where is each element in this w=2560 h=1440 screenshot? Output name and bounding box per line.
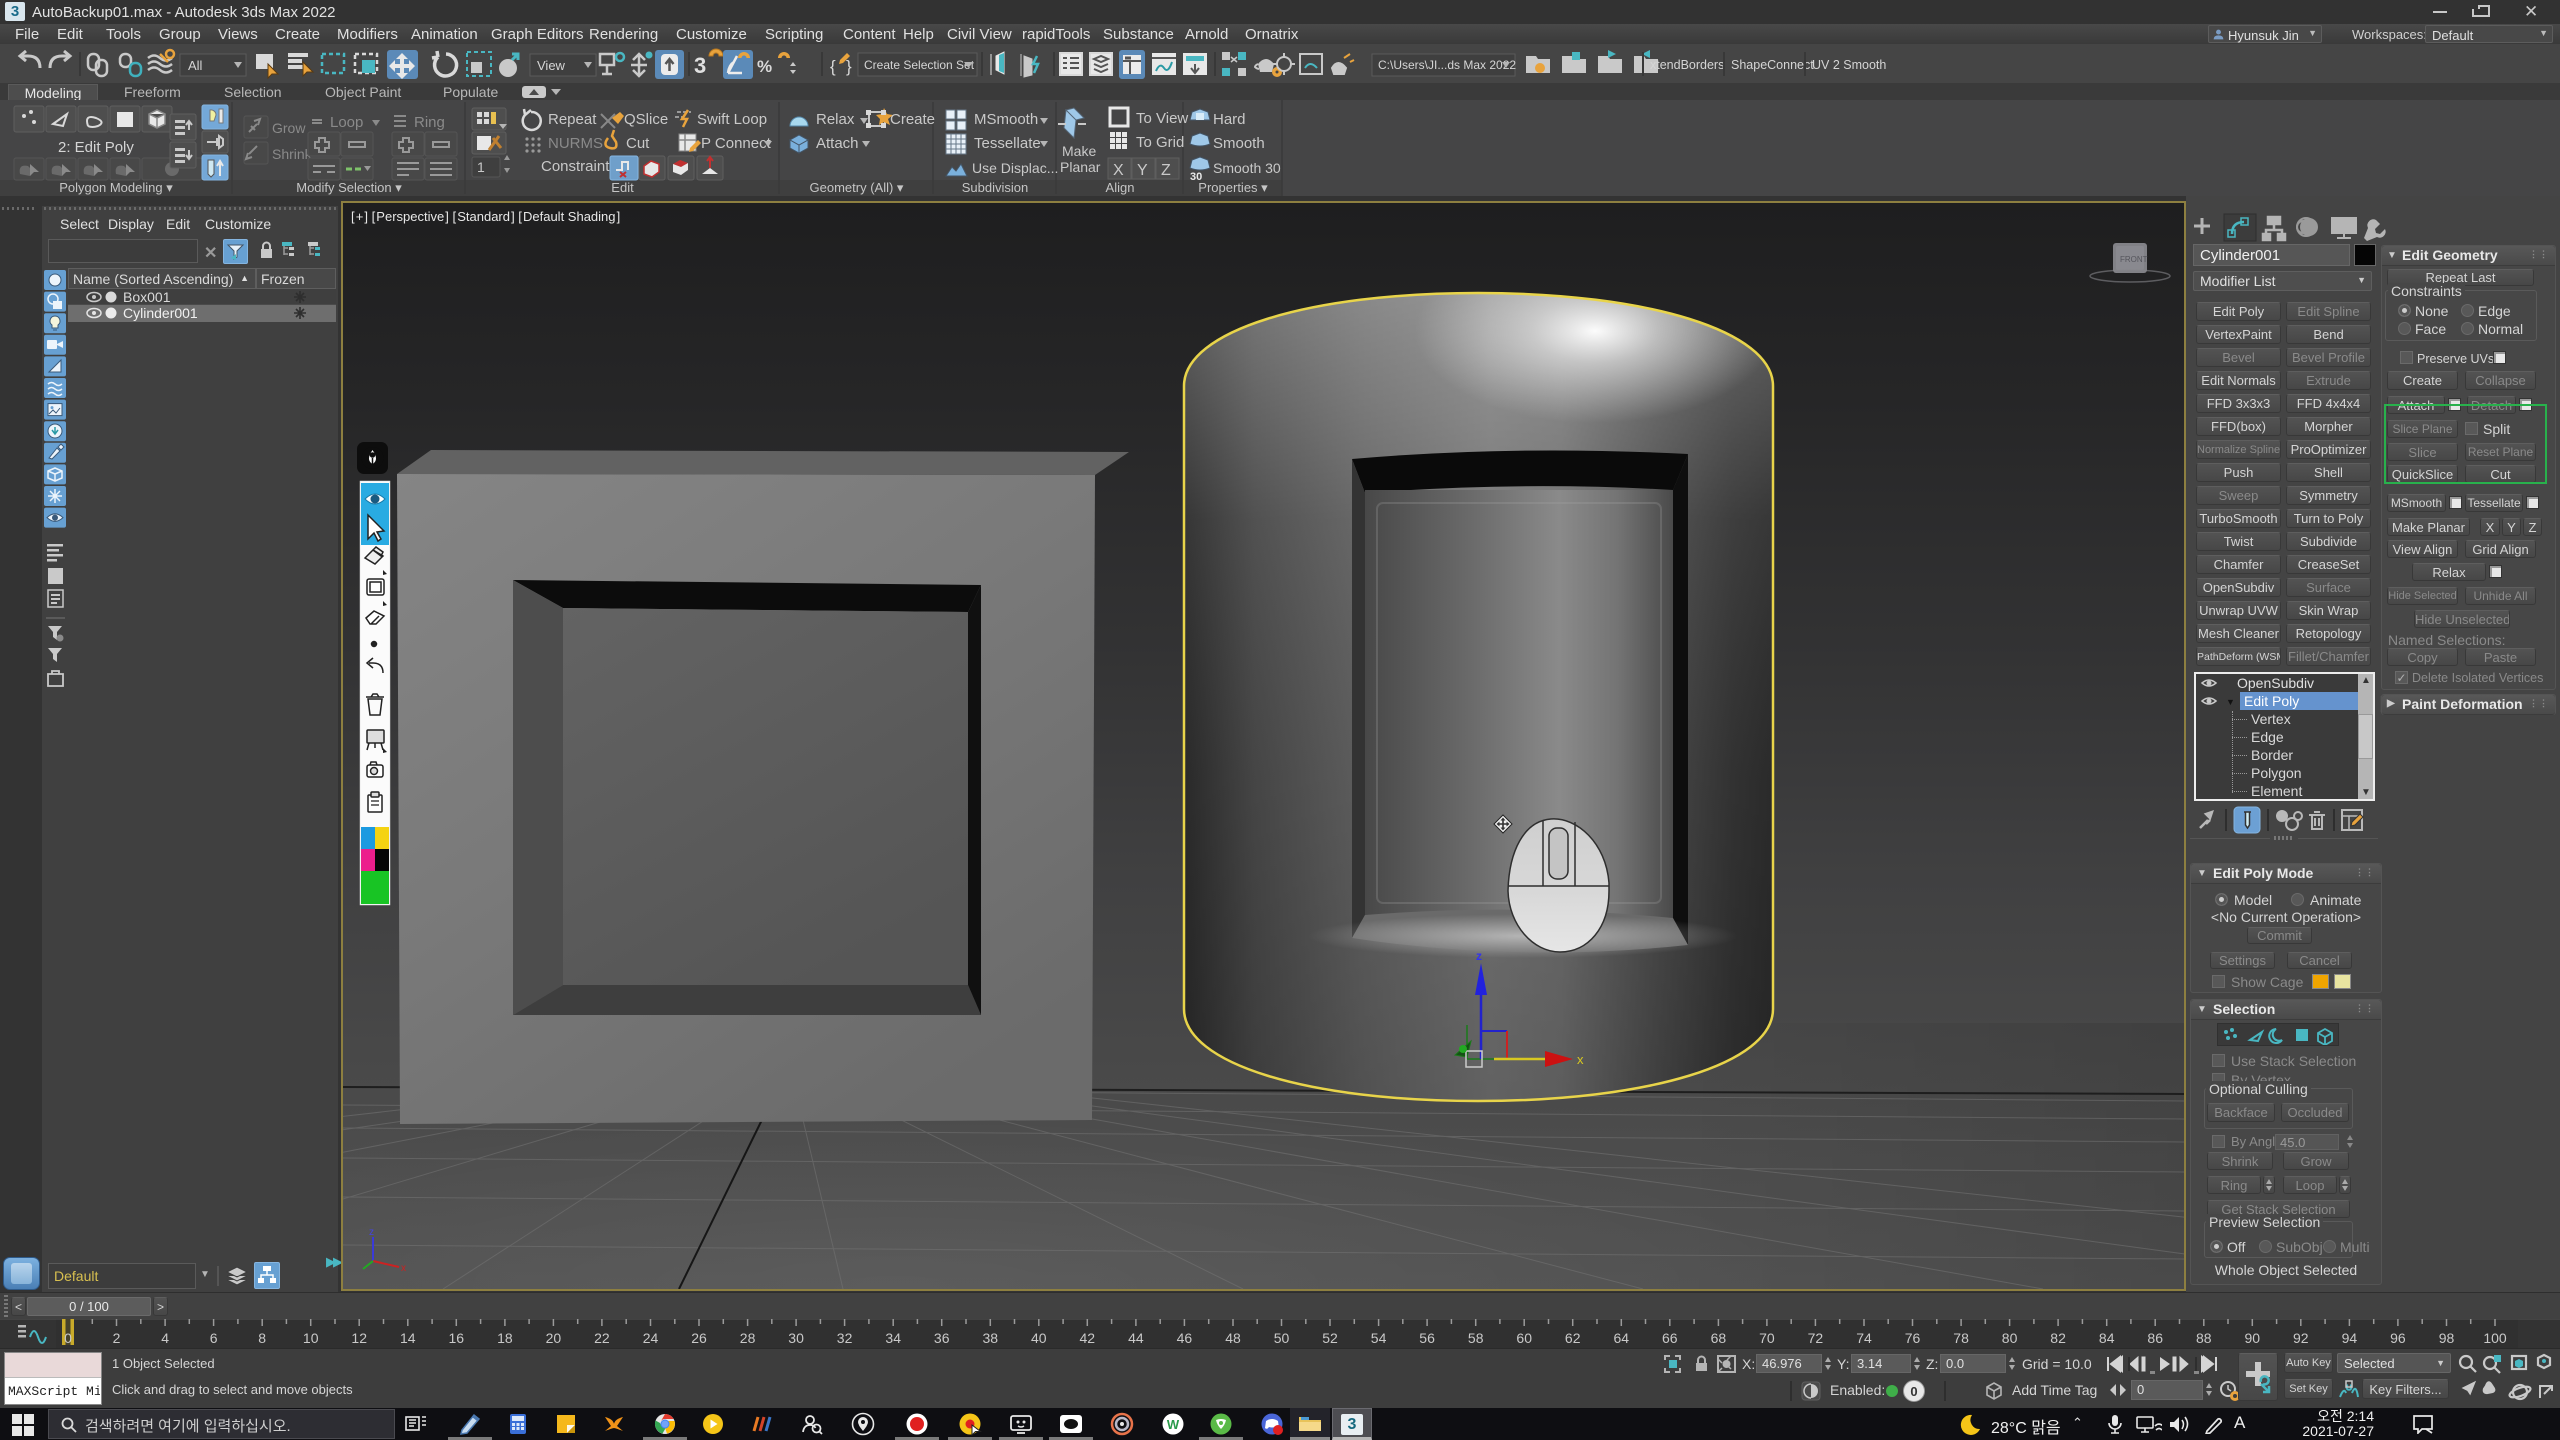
- svg-text:Cut: Cut: [626, 135, 650, 152]
- svg-text:x: x: [401, 1263, 406, 1274]
- svg-text:26: 26: [691, 1330, 707, 1346]
- svg-text:32: 32: [837, 1330, 853, 1346]
- svg-text:Grow: Grow: [272, 120, 306, 136]
- svg-text:48: 48: [1225, 1330, 1241, 1346]
- svg-text:24: 24: [643, 1330, 659, 1346]
- svg-text:ShapeConnect: ShapeConnect: [1731, 58, 1814, 72]
- svg-text:Planar: Planar: [1060, 159, 1101, 175]
- svg-text:Ring: Ring: [414, 114, 445, 131]
- svg-text:X: X: [1113, 162, 1124, 179]
- svg-text:Make: Make: [1062, 143, 1096, 159]
- svg-text:30: 30: [788, 1330, 804, 1346]
- svg-text:74: 74: [1856, 1330, 1872, 1346]
- svg-text:2: 2: [113, 1330, 121, 1346]
- svg-text:42: 42: [1080, 1330, 1096, 1346]
- svg-text:To Grid: To Grid: [1136, 134, 1184, 151]
- svg-text:Loop: Loop: [330, 114, 363, 131]
- svg-text:36: 36: [934, 1330, 950, 1346]
- svg-text:34: 34: [885, 1330, 901, 1346]
- svg-text:0: 0: [64, 1330, 72, 1346]
- svg-text:90: 90: [2245, 1330, 2261, 1346]
- svg-text:2: Edit Poly: 2: Edit Poly: [58, 139, 134, 156]
- svg-text:8: 8: [258, 1330, 266, 1346]
- svg-text:52: 52: [1322, 1330, 1338, 1346]
- svg-text:}: }: [846, 57, 852, 76]
- svg-text:94: 94: [2342, 1330, 2358, 1346]
- svg-text:88: 88: [2196, 1330, 2212, 1346]
- svg-text:96: 96: [2390, 1330, 2406, 1346]
- svg-text:x: x: [1577, 1052, 1584, 1067]
- svg-text:Use Displac...: Use Displac...: [972, 160, 1058, 176]
- svg-text:MSmooth: MSmooth: [974, 111, 1038, 128]
- svg-text:84: 84: [2099, 1330, 2115, 1346]
- svg-text:60: 60: [1516, 1330, 1532, 1346]
- svg-text:Shrink: Shrink: [272, 146, 313, 162]
- svg-text:20: 20: [546, 1330, 562, 1346]
- svg-text:%: %: [757, 57, 772, 76]
- svg-text:30: 30: [1190, 171, 1202, 183]
- svg-text:xtendBorders: xtendBorders: [1650, 58, 1724, 72]
- svg-text:Tessellate: Tessellate: [974, 135, 1041, 152]
- svg-text:Swift Loop: Swift Loop: [697, 111, 767, 128]
- svg-text:76: 76: [1905, 1330, 1921, 1346]
- svg-text:UV 2 Smooth: UV 2 Smooth: [1812, 58, 1886, 72]
- svg-text:Smooth: Smooth: [1213, 135, 1265, 152]
- svg-text:98: 98: [2439, 1330, 2455, 1346]
- svg-text:50: 50: [1274, 1330, 1290, 1346]
- svg-text:86: 86: [2147, 1330, 2163, 1346]
- svg-text:View: View: [537, 58, 566, 73]
- svg-text:38: 38: [983, 1330, 999, 1346]
- svg-text:1: 1: [477, 159, 485, 175]
- svg-text:92: 92: [2293, 1330, 2309, 1346]
- svg-text:40: 40: [1031, 1330, 1047, 1346]
- svg-text:Attach: Attach: [816, 135, 859, 152]
- svg-text:66: 66: [1662, 1330, 1678, 1346]
- svg-text:68: 68: [1711, 1330, 1727, 1346]
- svg-text:14: 14: [400, 1330, 416, 1346]
- svg-text:72: 72: [1808, 1330, 1824, 1346]
- svg-text:78: 78: [1953, 1330, 1969, 1346]
- svg-text:46: 46: [1177, 1330, 1193, 1346]
- svg-text:18: 18: [497, 1330, 513, 1346]
- svg-text:P Connect: P Connect: [701, 135, 772, 152]
- svg-text:z: z: [1476, 949, 1482, 963]
- svg-text:4: 4: [161, 1330, 169, 1346]
- svg-text:Smooth 30: Smooth 30: [1213, 160, 1281, 176]
- svg-text:58: 58: [1468, 1330, 1484, 1346]
- svg-text:All: All: [188, 58, 203, 73]
- svg-text:44: 44: [1128, 1330, 1144, 1346]
- svg-text:100: 100: [2483, 1330, 2507, 1346]
- svg-text:62: 62: [1565, 1330, 1581, 1346]
- svg-text:Create: Create: [890, 111, 935, 128]
- svg-text:28: 28: [740, 1330, 756, 1346]
- svg-text:Z: Z: [1161, 162, 1171, 179]
- svg-text:FRONT: FRONT: [2120, 255, 2148, 264]
- svg-text:3: 3: [694, 53, 706, 78]
- svg-text:C:\Users\JI...ds Max 2022: C:\Users\JI...ds Max 2022: [1378, 58, 1516, 72]
- svg-text:16: 16: [449, 1330, 465, 1346]
- svg-text:W: W: [1167, 1417, 1180, 1432]
- svg-text:Hard: Hard: [1213, 111, 1246, 128]
- svg-text:80: 80: [2002, 1330, 2018, 1346]
- svg-text:{: {: [830, 57, 836, 76]
- svg-text:12: 12: [351, 1330, 367, 1346]
- svg-text:54: 54: [1371, 1330, 1387, 1346]
- svg-text:Relax: Relax: [816, 111, 855, 128]
- svg-text:z: z: [369, 1227, 374, 1238]
- svg-text:82: 82: [2050, 1330, 2066, 1346]
- svg-text:10: 10: [303, 1330, 319, 1346]
- svg-text:To View: To View: [1136, 110, 1188, 127]
- svg-text:Y: Y: [1137, 162, 1148, 179]
- svg-text:NURMS: NURMS: [548, 135, 603, 152]
- svg-text:QSlice: QSlice: [624, 111, 668, 128]
- svg-text:64: 64: [1614, 1330, 1630, 1346]
- svg-text:56: 56: [1419, 1330, 1435, 1346]
- svg-text:Create Selection Set: Create Selection Set: [864, 58, 975, 72]
- svg-text:70: 70: [1759, 1330, 1775, 1346]
- svg-text:6: 6: [210, 1330, 218, 1346]
- svg-text:Constraints:: Constraints:: [541, 158, 621, 175]
- svg-text:Repeat: Repeat: [548, 111, 597, 128]
- svg-text:22: 22: [594, 1330, 610, 1346]
